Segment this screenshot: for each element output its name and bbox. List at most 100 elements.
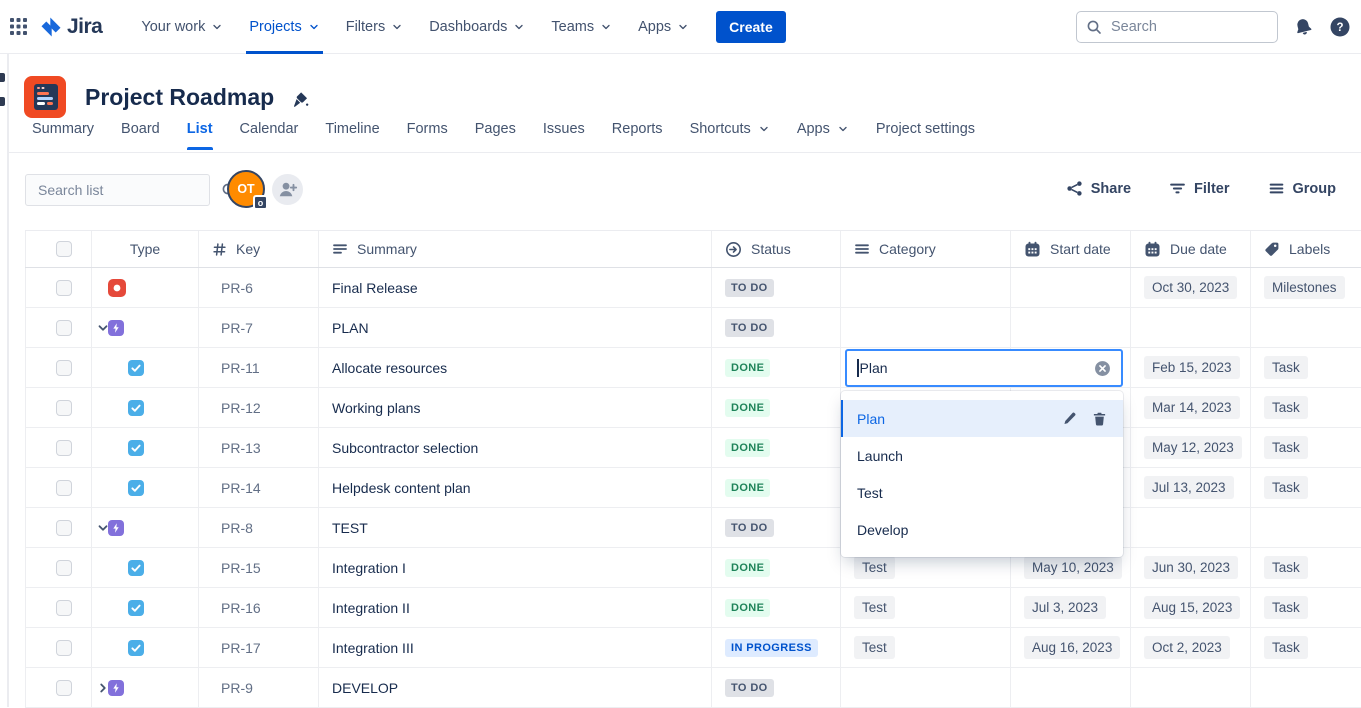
column-header-category[interactable]: Category bbox=[841, 231, 1011, 267]
tab-issues[interactable]: Issues bbox=[543, 121, 585, 150]
row-checkbox[interactable] bbox=[56, 560, 72, 576]
list-search[interactable] bbox=[25, 174, 210, 206]
due-date-pill[interactable]: Feb 15, 2023 bbox=[1144, 356, 1240, 379]
issue-summary-cell[interactable]: Working plans bbox=[319, 388, 712, 427]
due-date-cell[interactable]: May 12, 2023 bbox=[1131, 428, 1251, 467]
status-badge[interactable]: DONE bbox=[725, 399, 770, 417]
status-badge[interactable]: TO DO bbox=[725, 279, 774, 297]
due-date-cell[interactable]: Jul 13, 2023 bbox=[1131, 468, 1251, 507]
status-cell[interactable]: DONE bbox=[712, 388, 841, 427]
tab-apps[interactable]: Apps bbox=[797, 121, 849, 150]
label-pill[interactable]: Task bbox=[1264, 556, 1308, 579]
labels-cell[interactable] bbox=[1251, 668, 1361, 707]
category-cell[interactable]: Test bbox=[841, 628, 1011, 667]
row-checkbox[interactable] bbox=[56, 320, 72, 336]
list-search-input[interactable] bbox=[36, 181, 221, 199]
notifications-bell-icon[interactable] bbox=[1293, 17, 1314, 38]
column-header-labels[interactable]: Labels bbox=[1251, 231, 1361, 267]
status-cell[interactable]: TO DO bbox=[712, 308, 841, 347]
tab-board[interactable]: Board bbox=[121, 121, 160, 150]
row-checkbox[interactable] bbox=[56, 600, 72, 616]
column-header-status[interactable]: Status bbox=[712, 231, 841, 267]
due-date-pill[interactable]: May 12, 2023 bbox=[1144, 436, 1242, 459]
global-search[interactable] bbox=[1076, 11, 1278, 43]
labels-cell[interactable] bbox=[1251, 308, 1361, 347]
group-button[interactable]: Group bbox=[1268, 180, 1337, 197]
due-date-pill[interactable]: Mar 14, 2023 bbox=[1144, 396, 1240, 419]
status-badge[interactable]: DONE bbox=[725, 359, 770, 377]
table-row[interactable]: PR-13Subcontractor selectionDONEMay 12, … bbox=[25, 428, 1361, 468]
labels-cell[interactable] bbox=[1251, 508, 1361, 547]
status-cell[interactable]: DONE bbox=[712, 588, 841, 627]
issue-summary-cell[interactable]: PLAN bbox=[319, 308, 712, 347]
labels-cell[interactable]: Milestones bbox=[1251, 268, 1361, 307]
column-header-due-date[interactable]: Due date bbox=[1131, 231, 1251, 267]
row-checkbox[interactable] bbox=[56, 480, 72, 496]
clear-icon[interactable] bbox=[1094, 360, 1111, 377]
issue-summary-cell[interactable]: DEVELOP bbox=[319, 668, 712, 707]
category-edit-field[interactable]: Plan bbox=[845, 349, 1123, 387]
tab-project-settings[interactable]: Project settings bbox=[876, 121, 975, 150]
status-cell[interactable]: DONE bbox=[712, 348, 841, 387]
category-cell[interactable] bbox=[841, 668, 1011, 707]
status-badge[interactable]: TO DO bbox=[725, 679, 774, 697]
table-row[interactable]: PR-16Integration IIDONETestJul 3, 2023Au… bbox=[25, 588, 1361, 628]
issue-summary-cell[interactable]: Integration II bbox=[319, 588, 712, 627]
table-row[interactable]: PR-6Final ReleaseTO DOOct 30, 2023Milest… bbox=[25, 268, 1361, 308]
column-header-start-date[interactable]: Start date bbox=[1011, 231, 1131, 267]
due-date-pill[interactable]: Aug 15, 2023 bbox=[1144, 596, 1240, 619]
status-cell[interactable]: IN PROGRESS bbox=[712, 628, 841, 667]
table-row[interactable]: PR-17Integration IIIIN PROGRESSTestAug 1… bbox=[25, 628, 1361, 668]
start-date-cell[interactable]: Aug 16, 2023 bbox=[1011, 628, 1131, 667]
labels-cell[interactable]: Task bbox=[1251, 628, 1361, 667]
category-option-plan[interactable]: Plan bbox=[841, 400, 1123, 437]
start-date-pill[interactable]: Aug 16, 2023 bbox=[1024, 636, 1120, 659]
nav-item-apps[interactable]: Apps bbox=[625, 0, 702, 54]
create-button[interactable]: Create bbox=[716, 11, 786, 43]
tab-reports[interactable]: Reports bbox=[612, 121, 663, 150]
start-date-cell[interactable] bbox=[1011, 668, 1131, 707]
tab-calendar[interactable]: Calendar bbox=[240, 121, 299, 150]
status-cell[interactable]: DONE bbox=[712, 548, 841, 587]
label-pill[interactable]: Milestones bbox=[1264, 276, 1345, 299]
column-header-select-all[interactable] bbox=[25, 231, 92, 267]
tab-list[interactable]: List bbox=[187, 121, 213, 150]
labels-cell[interactable]: Task bbox=[1251, 468, 1361, 507]
issue-summary-cell[interactable]: TEST bbox=[319, 508, 712, 547]
category-option-launch[interactable]: Launch bbox=[841, 437, 1123, 474]
status-cell[interactable]: DONE bbox=[712, 468, 841, 507]
due-date-cell[interactable] bbox=[1131, 308, 1251, 347]
nav-item-filters[interactable]: Filters bbox=[333, 0, 416, 54]
row-checkbox[interactable] bbox=[56, 280, 72, 296]
category-option-test[interactable]: Test bbox=[841, 474, 1123, 511]
category-cell[interactable] bbox=[841, 308, 1011, 347]
nav-item-teams[interactable]: Teams bbox=[538, 0, 625, 54]
delete-trash-icon[interactable] bbox=[1092, 411, 1107, 426]
nav-item-projects[interactable]: Projects bbox=[236, 0, 332, 54]
labels-cell[interactable]: Task bbox=[1251, 548, 1361, 587]
due-date-cell[interactable]: Oct 30, 2023 bbox=[1131, 268, 1251, 307]
labels-cell[interactable]: Task bbox=[1251, 588, 1361, 627]
table-row[interactable]: PR-14Helpdesk content planDONEJul 13, 20… bbox=[25, 468, 1361, 508]
avatar[interactable]: OT o bbox=[227, 170, 265, 208]
nav-item-your-work[interactable]: Your work bbox=[128, 0, 236, 54]
due-date-cell[interactable] bbox=[1131, 508, 1251, 547]
status-badge[interactable]: TO DO bbox=[725, 319, 774, 337]
label-pill[interactable]: Task bbox=[1264, 476, 1308, 499]
due-date-cell[interactable]: Oct 2, 2023 bbox=[1131, 628, 1251, 667]
category-pill[interactable]: Test bbox=[854, 596, 895, 619]
issue-summary-cell[interactable]: Final Release bbox=[319, 268, 712, 307]
column-header-key[interactable]: Key bbox=[199, 231, 319, 267]
nav-item-dashboards[interactable]: Dashboards bbox=[416, 0, 538, 54]
row-checkbox[interactable] bbox=[56, 400, 72, 416]
due-date-cell[interactable]: Feb 15, 2023 bbox=[1131, 348, 1251, 387]
status-cell[interactable]: TO DO bbox=[712, 668, 841, 707]
status-cell[interactable]: TO DO bbox=[712, 268, 841, 307]
label-pill[interactable]: Task bbox=[1264, 436, 1308, 459]
start-date-cell[interactable] bbox=[1011, 308, 1131, 347]
filter-button[interactable]: Filter bbox=[1169, 180, 1229, 197]
status-badge[interactable]: DONE bbox=[725, 439, 770, 457]
issue-summary-cell[interactable]: Subcontractor selection bbox=[319, 428, 712, 467]
labels-cell[interactable]: Task bbox=[1251, 428, 1361, 467]
category-pill[interactable]: Test bbox=[854, 636, 895, 659]
